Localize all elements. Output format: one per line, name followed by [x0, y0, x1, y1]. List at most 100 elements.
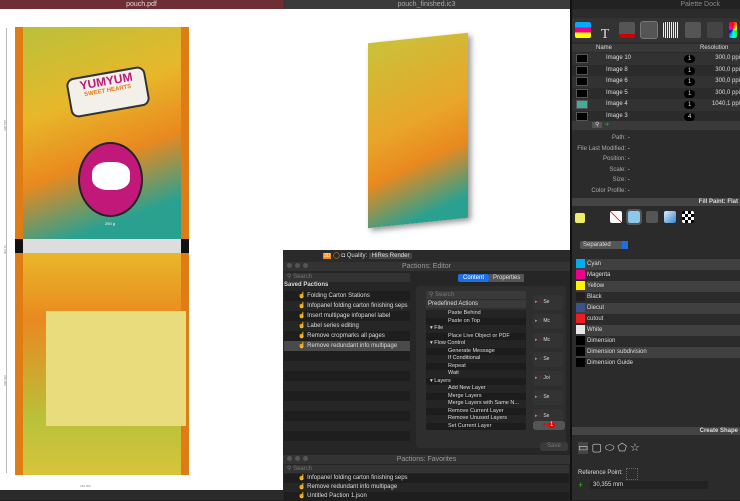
ink-row[interactable]: Diecut	[576, 303, 740, 314]
tree-item[interactable]: Remove Current Layer	[426, 407, 526, 415]
star-icon[interactable]: ☆	[630, 442, 640, 454]
breakpoint-icon[interactable]: ○	[539, 337, 542, 343]
width-field[interactable]: 30,355 mm	[590, 481, 708, 489]
image-row[interactable]: Image 6 1 300,0 ppi	[572, 76, 740, 88]
pouch-artwork[interactable]: YUMYUM SWEET HEARTS 250 g	[15, 27, 189, 239]
favorites-search-input[interactable]: ⚲ Search	[284, 465, 569, 473]
image-row[interactable]: Image 4 1 1040,1 ppi	[572, 99, 740, 111]
camera-icon[interactable]: ◘	[341, 253, 345, 259]
tree-item[interactable]: ▾ Flow Control	[426, 340, 526, 348]
text-icon[interactable]: T	[597, 27, 613, 43]
breakpoint-icon[interactable]: ○	[539, 375, 542, 381]
tree-item[interactable]: ▾ File	[426, 325, 526, 333]
dock-titlebar[interactable]: Palette Dock	[572, 0, 740, 9]
pouch-3d-render[interactable]	[368, 32, 468, 229]
tree-item[interactable]: Wait	[426, 370, 526, 378]
search-icon[interactable]: ⚲	[592, 122, 603, 128]
ink-row[interactable]: Dimension Guide	[576, 358, 740, 369]
tab-content[interactable]: Content	[458, 274, 490, 282]
3d-icon[interactable]: 3D	[323, 253, 332, 259]
orbit-icon[interactable]: ◯	[333, 253, 340, 259]
plus-icon[interactable]: +	[578, 480, 583, 490]
favorite-paction[interactable]: ☝ Remove redundant info multipage	[284, 483, 569, 492]
mode-select[interactable]: Separated	[580, 241, 628, 249]
ink-name: Dimension Guide	[587, 360, 634, 367]
ellipse-icon[interactable]: ⬭	[605, 442, 614, 454]
saved-paction[interactable]: ☝ Label series editing	[284, 321, 410, 331]
save-button[interactable]: Save	[540, 442, 568, 451]
link-icon[interactable]	[707, 22, 723, 38]
tree-item[interactable]: Paste on Top	[426, 317, 526, 325]
tree-item[interactable]: Merge Layers	[426, 392, 526, 400]
breakpoint-icon[interactable]: ○	[539, 394, 542, 400]
favorites-titlebar[interactable]: Pactions: Favorites	[283, 455, 570, 464]
ink-row[interactable]: Cyan	[576, 259, 740, 270]
gradient-icon[interactable]	[664, 211, 676, 223]
rounded-rect-icon[interactable]: ▢	[591, 442, 601, 454]
paction-step[interactable]: ▸ ○ Se	[533, 390, 563, 405]
goto-icon[interactable]: ➜	[604, 122, 609, 128]
tree-item[interactable]: Place Live Object or PDF	[426, 332, 526, 340]
tab-properties[interactable]: Properties	[489, 274, 525, 282]
tree-item[interactable]: Remove Unused Layers	[426, 415, 526, 423]
breakpoint-icon[interactable]: ○	[539, 299, 542, 305]
tree-item[interactable]: Add New Layer	[426, 385, 526, 393]
actions-search-input[interactable]: ⚲ Search	[426, 291, 526, 299]
column-resolution[interactable]: Resolution	[700, 44, 728, 52]
breakpoint-icon[interactable]: ○	[539, 318, 542, 324]
tree-item[interactable]: If Conditional	[426, 355, 526, 363]
barcode-icon[interactable]	[663, 22, 679, 38]
reference-point-grid[interactable]	[626, 468, 638, 480]
layers-icon[interactable]	[619, 22, 635, 38]
quality-select[interactable]: HiRes Render	[368, 253, 413, 259]
tree-item[interactable]: ▾ Layers	[426, 377, 526, 385]
image-fill-icon[interactable]	[682, 211, 694, 223]
pouch-back-artwork[interactable]	[15, 253, 189, 475]
saved-paction[interactable]: ☝ Remove cropmarks all pages	[284, 331, 410, 341]
breakpoint-icon[interactable]: ○	[539, 413, 542, 419]
saved-paction[interactable]: ☝ Folding Carton Stations	[284, 291, 410, 301]
stamp-icon[interactable]	[685, 22, 701, 38]
paction-step[interactable]: ▸ ○ Mc	[533, 314, 563, 329]
ink-row[interactable]: White	[576, 325, 740, 336]
images-icon[interactable]	[640, 21, 658, 39]
column-name[interactable]: Name	[572, 45, 612, 51]
image-row[interactable]: Image 10 1 300,0 ppi	[572, 53, 740, 65]
ink-row[interactable]: cutout	[576, 314, 740, 325]
tree-item[interactable]: Set Current Layer	[426, 422, 526, 430]
ink-row[interactable]: Magenta	[576, 270, 740, 281]
rectangle-icon[interactable]: ▭	[578, 442, 589, 454]
error-indicator[interactable]: ● 1	[533, 421, 565, 430]
favorite-paction[interactable]: ☝ Infopanel folding carton finishing sep…	[284, 474, 569, 483]
saved-paction[interactable]: ☝ Insert multipage infopanel label	[284, 311, 410, 321]
ink-row[interactable]: Black	[576, 292, 740, 303]
no-fill-icon[interactable]	[610, 211, 622, 223]
pdf-window-titlebar[interactable]: pouch.pdf	[0, 0, 283, 9]
paction-step[interactable]: ▸ ○ Se	[533, 352, 563, 367]
pattern-icon[interactable]	[646, 211, 658, 223]
paction-icon: ☝	[298, 484, 308, 490]
color-icon[interactable]	[729, 22, 737, 38]
editor-titlebar[interactable]: Pactions: Editor	[283, 262, 570, 271]
flat-fill-icon[interactable]	[626, 209, 642, 225]
paction-step[interactable]: ▸ ○ Se	[533, 295, 563, 310]
ink-row[interactable]: Dimension subdivision	[576, 347, 740, 358]
paction-step[interactable]: ▸ ○ Mc	[533, 333, 563, 348]
swap-fill-stroke-icon[interactable]	[575, 213, 585, 223]
ink-row[interactable]: Dimension	[576, 336, 740, 347]
inks-icon[interactable]	[575, 22, 591, 38]
saved-paction[interactable]: ☝ Remove redundant info multipage	[284, 341, 410, 351]
polygon-icon[interactable]: ⬠	[617, 442, 627, 454]
paction-step[interactable]: ▸ ○ Joi	[533, 371, 563, 386]
saved-paction[interactable]: ☝ Infopanel folding carton finishing sep…	[284, 301, 410, 311]
saved-search-input[interactable]: ⚲ Search	[284, 273, 410, 282]
breakpoint-icon[interactable]: ○	[539, 356, 542, 362]
tree-item[interactable]: Paste Behind	[426, 310, 526, 318]
ink-row[interactable]: Yellow	[576, 281, 740, 292]
tree-item[interactable]: Merge Layers with Same N...	[426, 400, 526, 408]
tree-item[interactable]: Generate Message	[426, 347, 526, 355]
render-window-titlebar[interactable]: pouch_finished.ic3	[283, 0, 570, 9]
image-row[interactable]: Image 8 1 300,0 ppi	[572, 64, 740, 76]
tree-item[interactable]: Repeat	[426, 362, 526, 370]
image-row[interactable]: Image 5 1 300,0 ppi	[572, 87, 740, 99]
